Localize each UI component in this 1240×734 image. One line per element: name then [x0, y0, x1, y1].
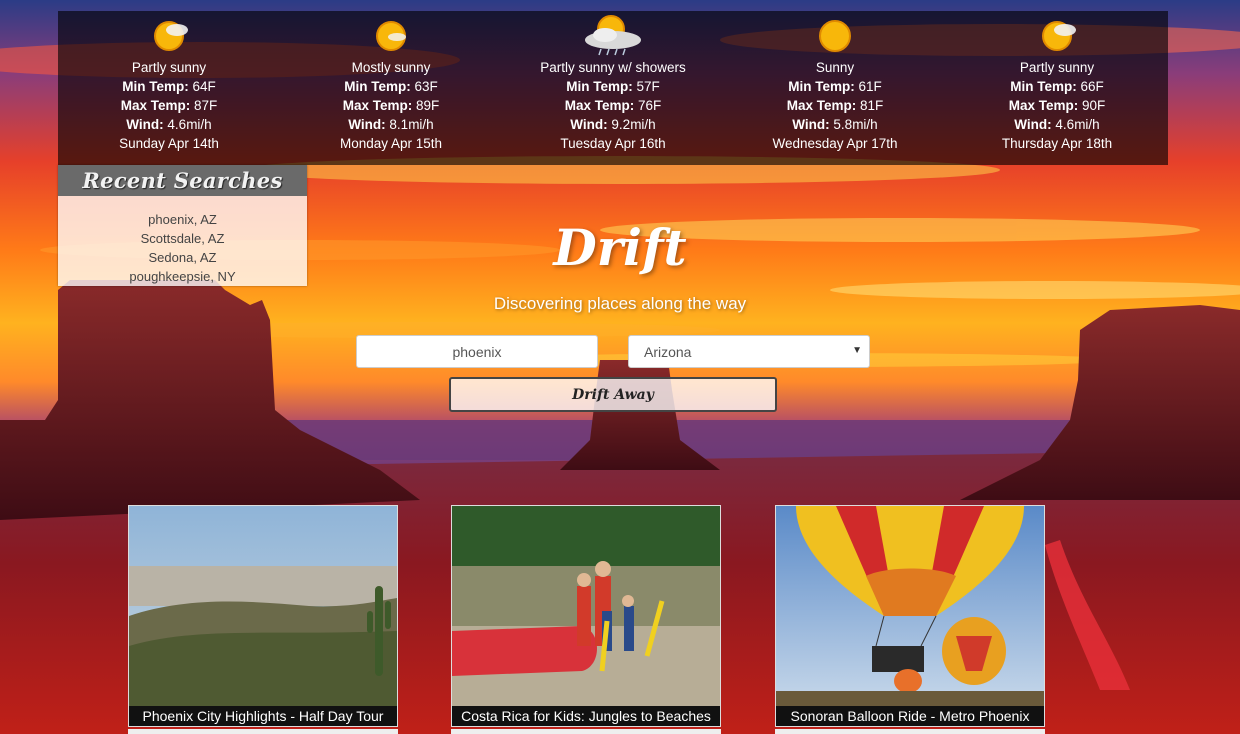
tour-card-partial: [128, 729, 398, 734]
max-temp-value: 89F: [416, 98, 440, 113]
state-select[interactable]: Arizona ▼: [628, 335, 870, 368]
min-temp-value: 57F: [636, 79, 660, 94]
max-temp-value: 90F: [1082, 98, 1106, 113]
min-temp-label: Min Temp:: [344, 79, 411, 94]
max-temp-label: Max Temp:: [342, 98, 413, 113]
forecast-day: Mostly sunny Min Temp: 63F Max Temp: 89F…: [280, 11, 502, 165]
wind-label: Wind:: [126, 117, 164, 132]
max-temp-value: 87F: [194, 98, 218, 113]
tagline: Discovering places along the way: [493, 294, 747, 313]
max-temp-value: 76F: [638, 98, 662, 113]
tour-title: Sonoran Balloon Ride - Metro Phoenix: [776, 706, 1044, 726]
forecast-condition: Mostly sunny: [351, 60, 431, 75]
forecast-condition: Partly sunny: [131, 60, 207, 75]
tour-title: Phoenix City Highlights - Half Day Tour: [129, 706, 397, 726]
min-temp-label: Min Temp:: [1010, 79, 1077, 94]
tour-card-partial: [451, 729, 721, 734]
wind-value: 4.6mi/h: [1055, 117, 1100, 132]
tour-title: Costa Rica for Kids: Jungles to Beaches: [452, 706, 720, 726]
forecast-condition: Partly sunny w/ showers: [540, 60, 686, 75]
recent-searches-title: Recent Searches: [58, 165, 307, 196]
wind-value: 8.1mi/h: [389, 117, 434, 132]
forecast-condition: Partly sunny: [1019, 60, 1095, 75]
wind-label: Wind:: [570, 117, 608, 132]
drift-away-button[interactable]: Drift Away: [449, 377, 777, 412]
wind-value: 4.6mi/h: [167, 117, 212, 132]
forecast-day: Partly sunny Min Temp: 64F Max Temp: 87F…: [58, 11, 280, 165]
max-temp-label: Max Temp:: [786, 98, 857, 113]
partly-sunny-icon: [946, 13, 1168, 58]
forecast-date: Sunday Apr 14th: [119, 136, 219, 151]
wind-label: Wind:: [792, 117, 830, 132]
chevron-down-icon: ▼: [852, 345, 862, 356]
river-rafting-family-photo: [452, 506, 720, 706]
max-temp-label: Max Temp:: [1008, 98, 1079, 113]
forecast-condition: Sunny: [815, 60, 855, 75]
min-temp-value: 61F: [858, 79, 882, 94]
forecast-date: Wednesday Apr 17th: [772, 136, 898, 151]
forecast-date: Thursday Apr 18th: [1001, 136, 1113, 151]
min-temp-label: Min Temp:: [566, 79, 633, 94]
wind-label: Wind:: [348, 117, 386, 132]
max-temp-label: Max Temp:: [120, 98, 191, 113]
partly-sunny-icon: [58, 13, 280, 58]
tour-card[interactable]: Sonoran Balloon Ride - Metro Phoenix: [775, 505, 1045, 727]
min-temp-label: Min Temp:: [122, 79, 189, 94]
forecast-day: Sunny Min Temp: 61F Max Temp: 81F Wind: …: [724, 11, 946, 165]
brand-logo: Drift: [553, 218, 687, 277]
min-temp-label: Min Temp:: [788, 79, 855, 94]
forecast-day: Partly sunny Min Temp: 66F Max Temp: 90F…: [946, 11, 1168, 165]
wind-label: Wind:: [1014, 117, 1052, 132]
max-temp-label: Max Temp:: [564, 98, 635, 113]
max-temp-value: 81F: [860, 98, 884, 113]
sunny-icon: [724, 13, 946, 58]
min-temp-value: 63F: [414, 79, 438, 94]
tour-card-partial: [775, 729, 1045, 734]
forecast-day: Partly sunny w/ showers Min Temp: 57F Ma…: [502, 11, 724, 165]
weather-forecast-bar: Partly sunny Min Temp: 64F Max Temp: 87F…: [58, 11, 1168, 165]
min-temp-value: 64F: [192, 79, 216, 94]
state-select-value: Arizona: [644, 343, 692, 360]
tour-card[interactable]: Costa Rica for Kids: Jungles to Beaches: [451, 505, 721, 727]
wind-value: 5.8mi/h: [833, 117, 878, 132]
forecast-date: Tuesday Apr 16th: [560, 136, 666, 151]
forecast-date: Monday Apr 15th: [339, 136, 443, 151]
hot-air-balloon-photo: [776, 506, 1044, 706]
tour-card[interactable]: Phoenix City Highlights - Half Day Tour: [128, 505, 398, 727]
desert-cactus-photo: [129, 506, 397, 706]
mostly-sunny-icon: [280, 13, 502, 58]
wind-value: 9.2mi/h: [611, 117, 656, 132]
min-temp-value: 66F: [1080, 79, 1104, 94]
city-input[interactable]: [356, 335, 598, 368]
sun-showers-icon: [502, 13, 724, 58]
